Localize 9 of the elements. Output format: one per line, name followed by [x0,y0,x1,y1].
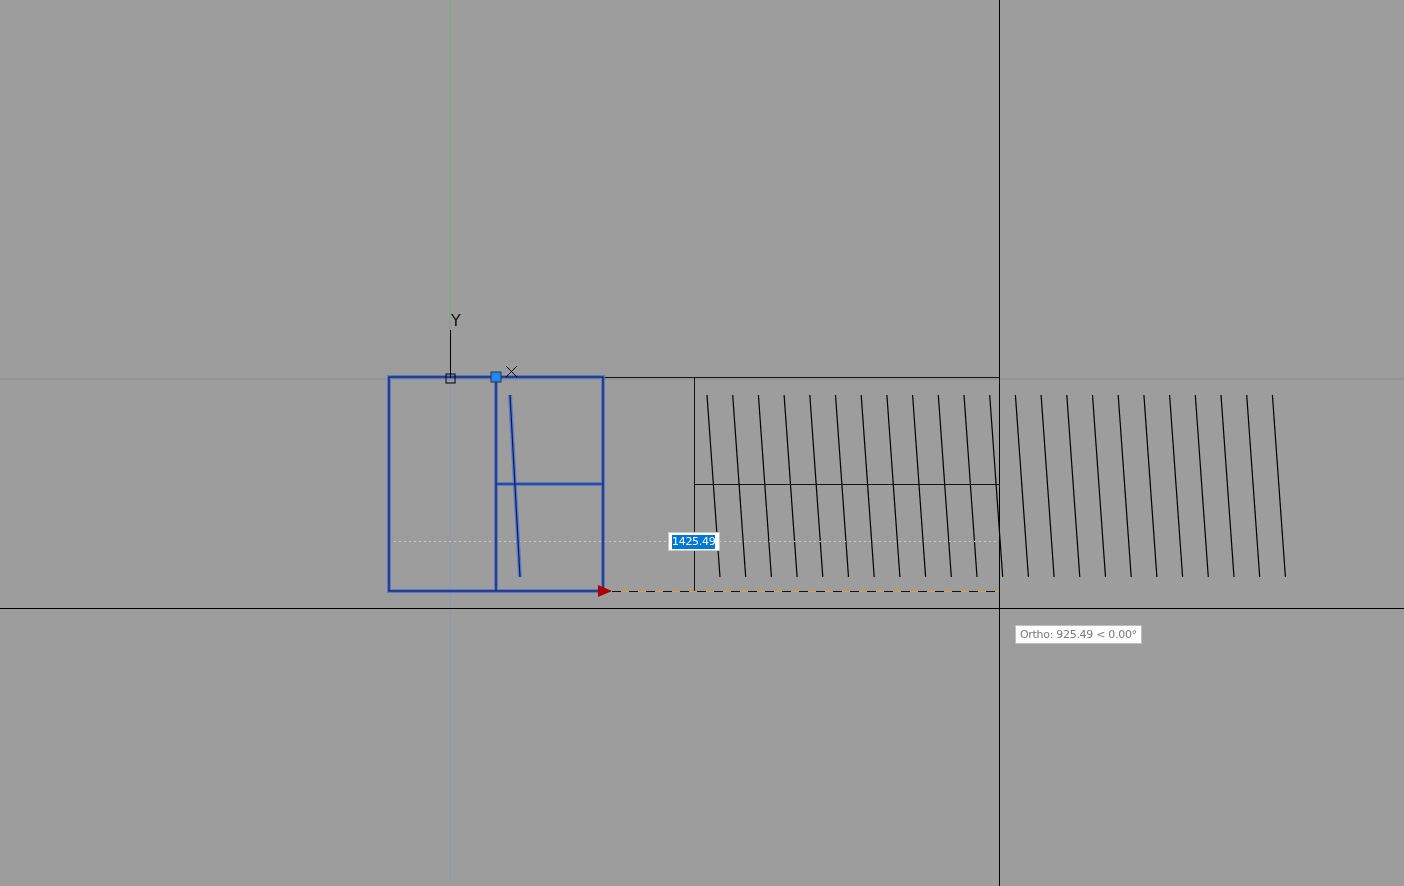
arrow-icon [598,585,612,597]
dynamic-input-field[interactable]: 1425.49 [668,532,720,551]
ucs-icon [445,329,456,384]
cursor-cross-icon [505,365,518,378]
ortho-tooltip: Ortho: 925.49 < 0.00° [1015,625,1142,644]
ucs-y-label: Y [451,311,461,330]
grip-handle[interactable] [490,371,502,383]
selected-block-outline[interactable] [387,375,605,593]
input-value: 1425.49 [672,534,716,549]
